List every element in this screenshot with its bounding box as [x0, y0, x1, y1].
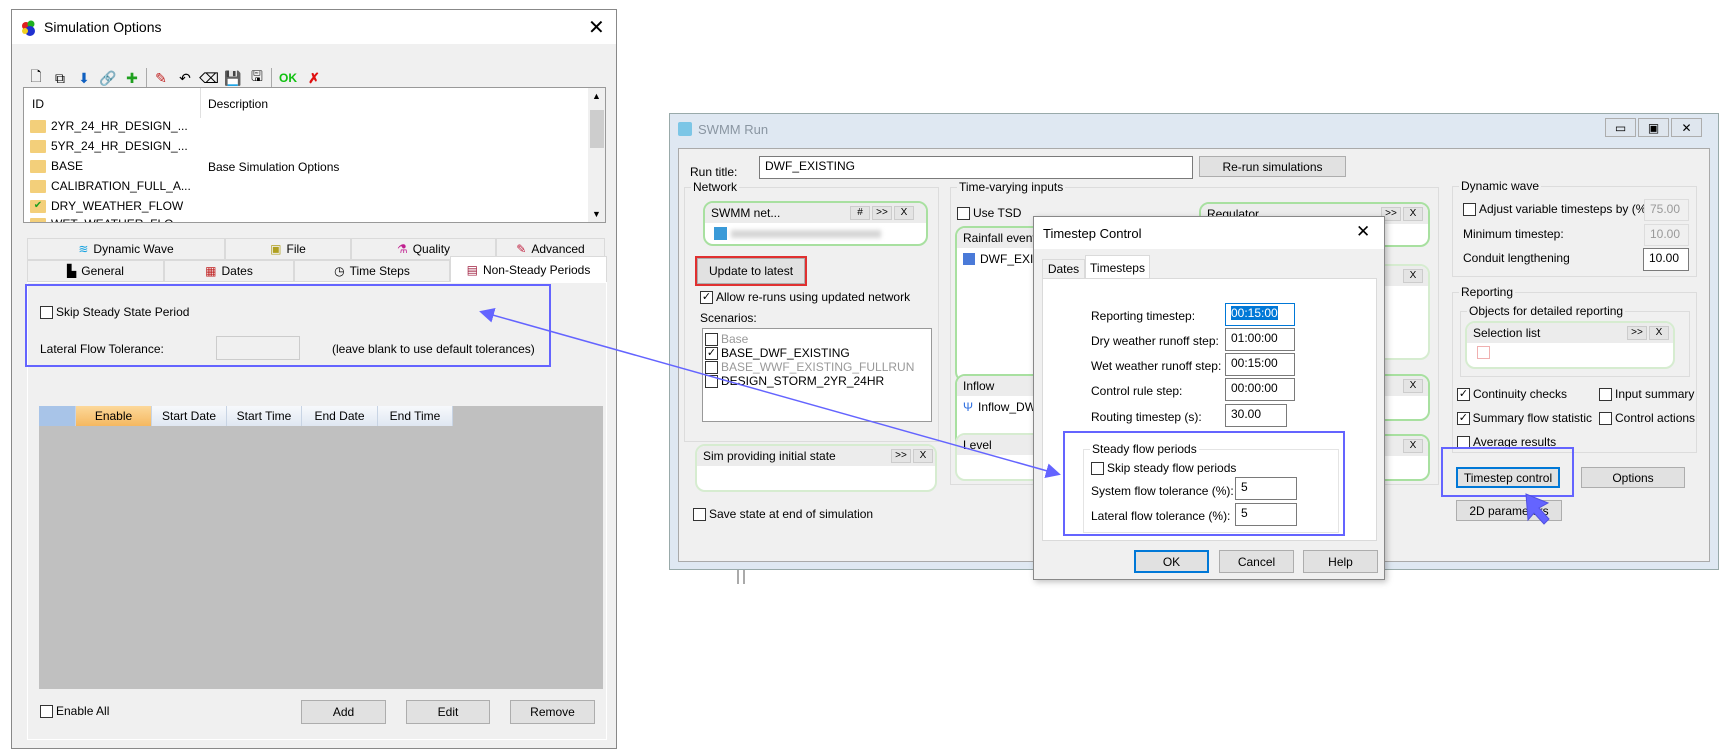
double-arrow: [479, 308, 1061, 478]
annotation-arrows: [479, 308, 1550, 525]
cursor-arrow-icon: [1525, 493, 1550, 525]
